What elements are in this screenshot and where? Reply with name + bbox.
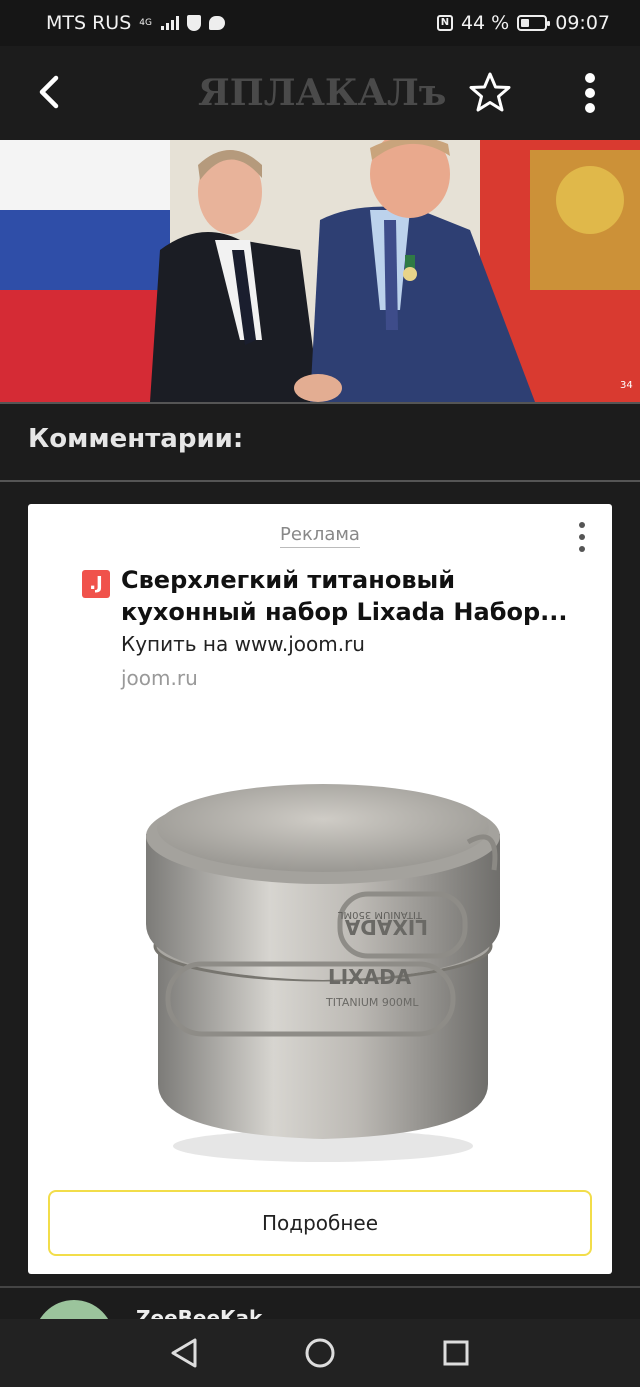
ad-more-icon[interactable] xyxy=(574,522,590,556)
star-icon[interactable] xyxy=(466,70,514,116)
nfc-icon: N xyxy=(436,15,453,31)
site-logo[interactable]: ЯПЛАКАЛъ xyxy=(198,72,446,114)
divider xyxy=(0,402,640,404)
carrier-name: MTS RUS xyxy=(46,12,132,34)
ad-domain: joom.ru xyxy=(121,666,198,690)
joom-favicon-icon: .J xyxy=(82,570,110,598)
ad-title[interactable]: Сверхлегкий титановый кухонный набор Lix… xyxy=(121,564,591,628)
pot-brand-text: LIXADA xyxy=(328,965,412,989)
battery-percent: 44 % xyxy=(460,12,510,34)
comment-username[interactable]: ZeeBeeKak xyxy=(136,1306,262,1320)
network-type-badge: 4G xyxy=(139,17,152,28)
signal-icon xyxy=(160,16,179,30)
comment-item[interactable]: ZeeBeeKak xyxy=(0,1288,640,1320)
ad-label: Реклама xyxy=(280,524,360,548)
status-bar: MTS RUS 4G N 44 % 09:07 xyxy=(0,0,640,46)
photo-watermark: 34 xyxy=(620,380,633,391)
avatar[interactable] xyxy=(34,1300,114,1320)
system-nav-bar xyxy=(0,1319,640,1387)
battery-fill xyxy=(521,19,529,27)
pot-capacity-text: TITANIUM 900ML xyxy=(325,996,419,1009)
nav-recents-icon[interactable] xyxy=(438,1335,474,1371)
ad-card[interactable]: Реклама .J Сверхлегкий титановый кухонны… xyxy=(28,504,612,1274)
ad-subtitle: Купить на www.joom.ru xyxy=(121,632,365,656)
shield-icon xyxy=(186,15,201,31)
app-bar: ЯПЛАКАЛъ xyxy=(0,46,640,140)
more-vertical-icon[interactable] xyxy=(572,70,608,116)
battery-icon xyxy=(517,15,551,31)
ad-product-image[interactable]: TITANIUM 350ML LIXADA LIXADA TITANIUM 90… xyxy=(128,754,518,1174)
divider xyxy=(0,480,640,482)
lid-brand-text: LIXADA xyxy=(344,915,428,939)
post-photo[interactable]: 34 xyxy=(0,140,640,402)
comments-heading: Комментарии: xyxy=(28,424,244,454)
chat-bubble-icon xyxy=(208,16,225,30)
nav-back-icon[interactable] xyxy=(166,1335,202,1371)
back-arrow-icon[interactable] xyxy=(28,70,72,114)
nav-home-icon[interactable] xyxy=(302,1335,338,1371)
clock: 09:07 xyxy=(555,12,610,34)
handshake-photo: 34 xyxy=(0,140,640,402)
ad-details-button[interactable]: Подробнее xyxy=(48,1190,592,1256)
